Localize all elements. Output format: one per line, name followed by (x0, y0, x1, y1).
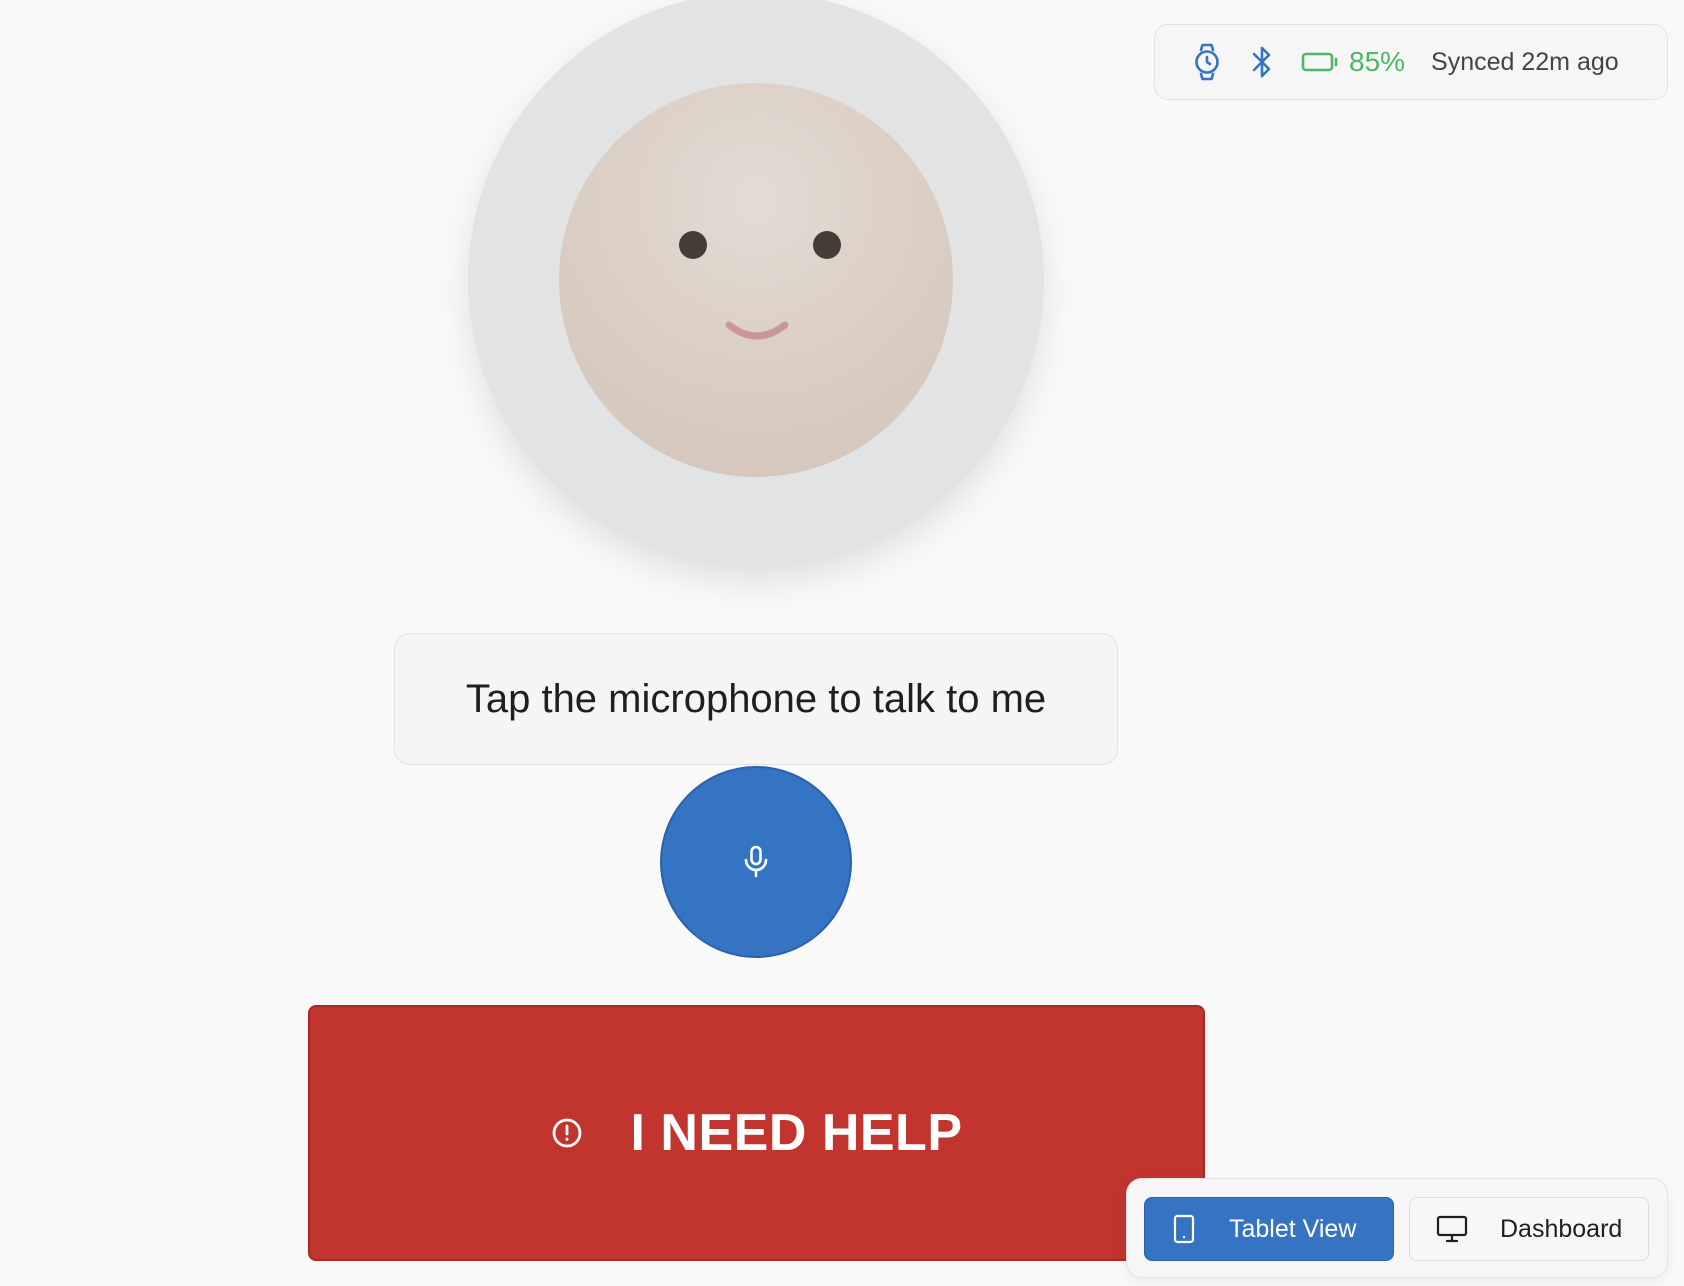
monitor-icon (1436, 1215, 1468, 1243)
avatar-right-eye (813, 231, 841, 259)
battery-icon (1301, 51, 1339, 73)
tablet-view-label: Tablet View (1229, 1214, 1357, 1243)
avatar-left-eye (679, 231, 707, 259)
bluetooth-icon (1251, 45, 1273, 79)
microphone-button[interactable] (660, 766, 852, 958)
dashboard-label: Dashboard (1500, 1214, 1623, 1243)
view-switcher: Tablet View Dashboard (1126, 1178, 1668, 1278)
avatar-smile (725, 321, 789, 340)
help-button-label: I NEED HELP (630, 1104, 963, 1162)
companion-avatar (468, 0, 1044, 568)
avatar-face (559, 83, 953, 477)
smartwatch-icon (1193, 43, 1221, 81)
emergency-help-button[interactable]: I NEED HELP (308, 1005, 1205, 1261)
battery-level: 85% (1349, 46, 1406, 77)
dashboard-button[interactable]: Dashboard (1409, 1197, 1649, 1261)
sync-status: Synced 22m ago (1431, 47, 1619, 76)
voice-prompt: Tap the microphone to talk to me (394, 633, 1118, 765)
voice-prompt-text: Tap the microphone to talk to me (465, 676, 1047, 721)
tablet-icon (1173, 1214, 1195, 1244)
microphone-icon (743, 845, 769, 879)
device-status-bar: 85% Synced 22m ago (1154, 24, 1668, 100)
alert-circle-icon (551, 1117, 583, 1149)
tablet-view-button[interactable]: Tablet View (1144, 1197, 1394, 1261)
